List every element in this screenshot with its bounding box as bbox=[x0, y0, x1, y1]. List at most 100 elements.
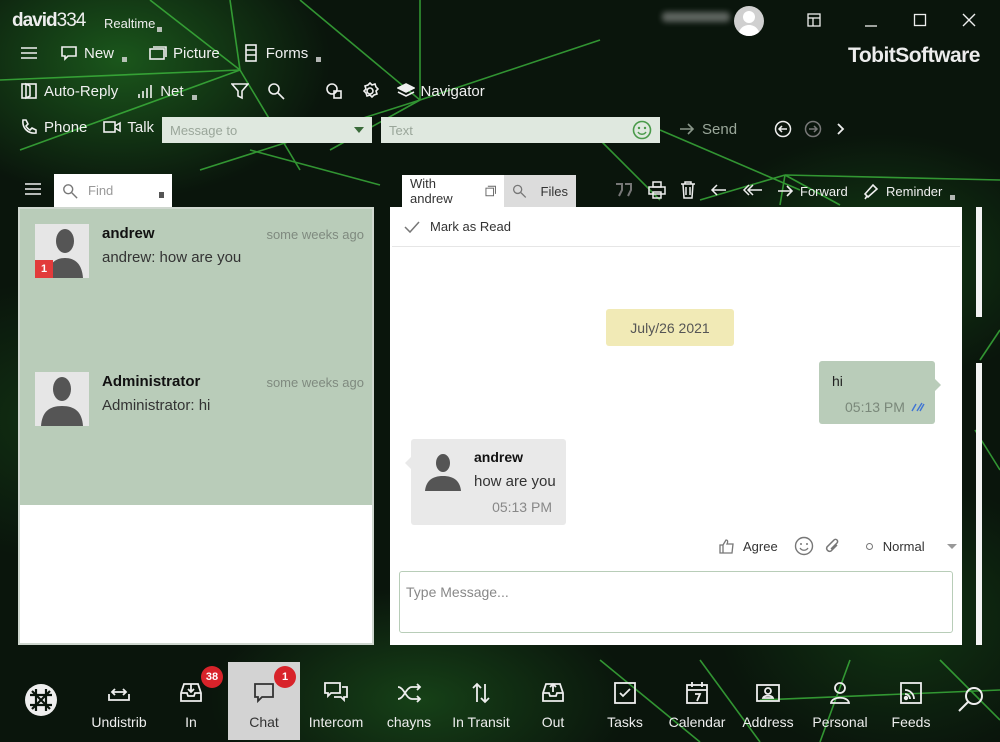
bubble-tail bbox=[935, 379, 941, 391]
minimize-button[interactable] bbox=[857, 8, 885, 32]
forward-button[interactable]: Forward bbox=[776, 182, 848, 200]
date-separator: July/26 2021 bbox=[606, 309, 734, 346]
account-name[interactable]: david334 bbox=[12, 10, 86, 32]
nav-label: Address bbox=[742, 714, 794, 730]
brand-logo: TobitSoftware bbox=[848, 44, 980, 67]
bell-icon bbox=[863, 183, 879, 200]
double-check-icon bbox=[911, 402, 925, 412]
chevron-right-icon[interactable] bbox=[834, 120, 848, 138]
nav-tasks[interactable]: Tasks bbox=[589, 662, 661, 740]
nav-chat[interactable]: Chat 1 bbox=[228, 662, 300, 740]
nav-undistrib[interactable]: Undistrib bbox=[83, 662, 155, 740]
reminder-button[interactable]: Reminder bbox=[862, 182, 956, 200]
agree-label: Agree bbox=[743, 538, 778, 554]
phone-icon bbox=[22, 119, 37, 134]
maximize-icon bbox=[913, 13, 927, 27]
hamburger-icon bbox=[25, 183, 41, 195]
conversation-item[interactable]: 1 andrew some weeks ago andrew: how are … bbox=[20, 209, 372, 357]
navigator-button[interactable]: Navigator bbox=[396, 82, 485, 100]
chat-icon bbox=[254, 683, 274, 704]
paperclip-icon[interactable] bbox=[824, 536, 842, 556]
mark-as-read-button[interactable]: Mark as Read bbox=[392, 207, 960, 247]
text-input[interactable]: Text bbox=[381, 117, 660, 143]
tobit-logo-button[interactable] bbox=[24, 683, 58, 722]
video-icon bbox=[103, 121, 122, 133]
search-button[interactable] bbox=[267, 82, 285, 100]
emoji-icon[interactable] bbox=[794, 536, 814, 556]
personal-icon bbox=[829, 682, 851, 704]
bubble-tail bbox=[405, 457, 411, 469]
picture-button[interactable]: Picture bbox=[149, 44, 220, 62]
person-icon bbox=[738, 11, 760, 36]
forms-button[interactable]: Forms bbox=[242, 44, 322, 62]
main-menu-button[interactable] bbox=[20, 44, 38, 62]
message-bubble-outgoing[interactable]: hi 05:13 PM bbox=[819, 361, 941, 424]
talk-button[interactable]: Talk bbox=[103, 118, 154, 136]
find-input[interactable]: Find bbox=[54, 174, 172, 207]
chayns-icon bbox=[397, 683, 422, 703]
nav-out[interactable]: Out bbox=[517, 662, 589, 740]
search-icon bbox=[267, 83, 285, 100]
mark-as-read-label: Mark as Read bbox=[430, 219, 511, 234]
layout-button[interactable] bbox=[800, 8, 828, 32]
net-button[interactable]: Net bbox=[136, 82, 197, 100]
maximize-button[interactable] bbox=[906, 8, 934, 32]
layers-icon bbox=[396, 83, 415, 97]
message-to-select[interactable]: Message to bbox=[162, 117, 372, 143]
phone-button[interactable]: Phone bbox=[20, 118, 87, 136]
message-bubble-incoming[interactable]: andrew how are you 05:13 PM bbox=[405, 439, 566, 525]
message-input[interactable]: Type Message... bbox=[399, 571, 953, 633]
nav-address[interactable]: Address bbox=[732, 662, 804, 740]
nav-intercom[interactable]: Intercom bbox=[300, 662, 372, 740]
nav-in-transit[interactable]: In Transit bbox=[445, 662, 517, 740]
auto-reply-icon bbox=[21, 82, 37, 100]
emoji-icon[interactable] bbox=[632, 120, 652, 140]
dropdown-icon bbox=[122, 56, 128, 62]
nav-calendar[interactable]: Calendar bbox=[661, 662, 733, 740]
tab-with-andrew[interactable]: With andrew bbox=[402, 175, 504, 207]
nav-in[interactable]: In 38 bbox=[155, 662, 227, 740]
splitter-handle-top[interactable] bbox=[976, 207, 982, 317]
forward-arrow-icon bbox=[778, 185, 794, 197]
trash-icon[interactable] bbox=[680, 181, 696, 199]
reply-icon[interactable] bbox=[710, 181, 728, 199]
new-button[interactable]: New bbox=[60, 44, 128, 62]
quote-icon[interactable] bbox=[614, 181, 634, 199]
user-avatar[interactable] bbox=[734, 6, 764, 36]
nav-feeds[interactable]: Feeds bbox=[875, 662, 947, 740]
print-icon[interactable] bbox=[648, 181, 666, 199]
scrollbar[interactable] bbox=[976, 363, 982, 645]
search-icon bbox=[63, 183, 78, 199]
picture-icon bbox=[149, 46, 167, 60]
filter-button[interactable] bbox=[230, 82, 249, 100]
forward-circle-icon[interactable] bbox=[804, 120, 822, 138]
priority-select[interactable]: Normal bbox=[865, 539, 957, 554]
back-circle-icon[interactable] bbox=[774, 120, 792, 138]
feeds-icon bbox=[900, 682, 922, 704]
conversation-item[interactable]: Administrator some weeks ago Administrat… bbox=[20, 357, 372, 505]
reply-all-icon[interactable] bbox=[742, 181, 764, 199]
nav-label: Out bbox=[541, 714, 565, 730]
nav-chayns[interactable]: chayns bbox=[373, 662, 445, 740]
send-button[interactable]: Send bbox=[678, 120, 737, 138]
mode-selector[interactable]: Realtime bbox=[104, 15, 163, 32]
account-user: david bbox=[12, 10, 58, 31]
popout-icon[interactable] bbox=[485, 185, 496, 197]
minimize-icon bbox=[865, 25, 877, 27]
tab-files[interactable]: Files bbox=[504, 175, 576, 207]
agree-button[interactable]: Agree bbox=[719, 538, 778, 554]
intercom-icon bbox=[324, 682, 348, 703]
filter-dropdown-icon[interactable] bbox=[159, 191, 164, 198]
dropdown-arrow-icon bbox=[946, 543, 957, 549]
nav-personal[interactable]: Personal bbox=[804, 662, 876, 740]
search-icon bbox=[512, 184, 527, 198]
sync-button[interactable] bbox=[325, 82, 343, 100]
gear-icon bbox=[362, 82, 379, 99]
close-button[interactable] bbox=[955, 8, 983, 32]
global-search-button[interactable] bbox=[956, 684, 986, 719]
settings-button[interactable] bbox=[361, 82, 379, 100]
list-menu-button[interactable] bbox=[24, 180, 42, 198]
checkmark-icon bbox=[404, 220, 420, 233]
search-icon bbox=[958, 687, 983, 712]
auto-reply-button[interactable]: Auto-Reply bbox=[20, 82, 118, 100]
